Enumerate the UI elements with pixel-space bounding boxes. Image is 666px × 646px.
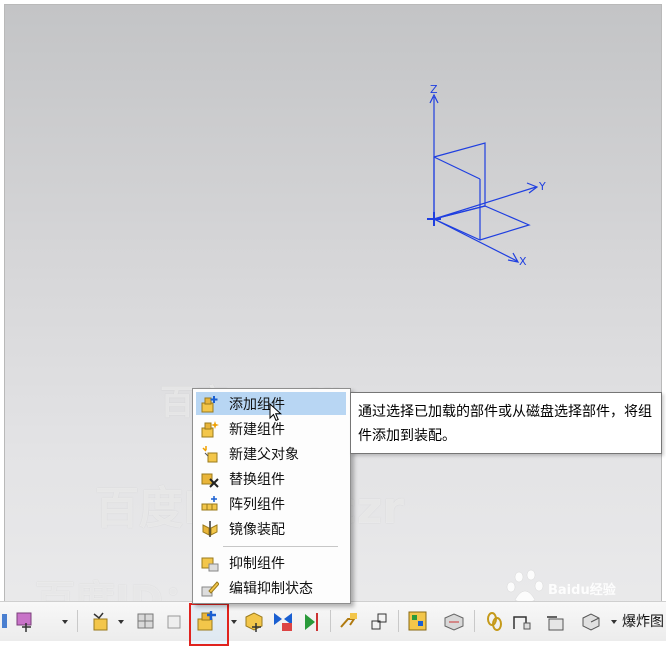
constraint-icon[interactable] xyxy=(90,609,112,633)
move-component-icon[interactable] xyxy=(14,609,36,633)
menu-item-edit-suppression[interactable]: 编辑抑制状态 xyxy=(196,576,346,599)
menu-item-label: 抑制组件 xyxy=(229,555,285,572)
menu-item-label: 编辑抑制状态 xyxy=(229,580,313,597)
y-axis-label: Y xyxy=(538,180,546,193)
menu-item-label: 新建父对象 xyxy=(229,446,299,463)
new-parent-icon xyxy=(202,445,218,462)
array-component-icon xyxy=(201,495,218,510)
menu-item-label: 替换组件 xyxy=(229,471,285,488)
assembly-toolbar: 爆炸图 xyxy=(0,601,666,646)
new-component-icon xyxy=(201,420,219,437)
route-icon[interactable] xyxy=(511,609,533,633)
dropdown-arrow-icon[interactable] xyxy=(62,620,68,624)
x-axis-label: X xyxy=(519,255,527,268)
dropdown-arrow-icon[interactable] xyxy=(118,620,124,624)
dropdown-arrow-icon[interactable] xyxy=(231,620,237,624)
mirror-assembly-icon[interactable] xyxy=(272,609,294,633)
toolbar-separator xyxy=(77,610,78,632)
menu-item-suppress-component[interactable]: 抑制组件 xyxy=(196,551,346,574)
mouse-pointer-icon xyxy=(269,403,282,422)
menu-item-label: 阵列组件 xyxy=(229,496,285,513)
replace-component-icon xyxy=(201,473,219,488)
menu-item-replace-component[interactable]: 替换组件 xyxy=(196,467,346,490)
menu-separator xyxy=(223,546,338,547)
xy-plane xyxy=(432,205,531,241)
mirror-assembly-icon xyxy=(202,520,218,537)
menu-item-array-component[interactable]: 阵列组件 xyxy=(196,492,346,515)
baidu-brand: Baidu xyxy=(548,583,590,598)
explode-view-label[interactable]: 爆炸图 xyxy=(622,611,664,631)
chain-link-icon[interactable] xyxy=(484,609,506,633)
add-component-icon[interactable] xyxy=(196,609,218,633)
add-component-tooltip: 通过选择已加载的部件或从磁盘选择部件，将组件添加到装配。 xyxy=(350,392,662,454)
toolbar-separator xyxy=(398,610,399,632)
assembly-cut-icon[interactable] xyxy=(368,609,390,633)
move-component-icon[interactable] xyxy=(243,609,265,633)
show-hide-icon[interactable] xyxy=(163,609,185,633)
product-interface-icon[interactable] xyxy=(545,609,567,633)
wave-link-icon[interactable] xyxy=(338,609,360,633)
reference-set-icon[interactable] xyxy=(135,609,157,633)
constraint-arrow-icon[interactable] xyxy=(301,609,323,633)
edit-suppression-icon xyxy=(201,580,219,596)
add-component-icon xyxy=(201,395,218,412)
dropdown-arrow-icon[interactable] xyxy=(611,620,617,624)
toolbar-separator xyxy=(474,610,475,632)
baidu-jingyan-badge: Baidu经验 xyxy=(548,579,616,598)
sequence-icon[interactable] xyxy=(407,609,429,633)
clearance-analysis-icon[interactable] xyxy=(443,609,465,633)
menu-item-new-parent[interactable]: 新建父对象 xyxy=(196,442,346,465)
menu-item-label: 镜像装配 xyxy=(229,521,285,538)
suppress-component-icon xyxy=(201,557,219,571)
explode-view-icon[interactable] xyxy=(580,609,602,633)
baidu-brand-suffix: 经验 xyxy=(589,583,616,598)
menu-item-mirror-assembly[interactable]: 镜像装配 xyxy=(196,517,346,540)
z-axis-label: Z xyxy=(430,83,438,96)
xz-edge xyxy=(433,156,481,180)
tooltip-text: 通过选择已加载的部件或从磁盘选择部件，将组件添加到装配。 xyxy=(358,404,652,444)
toolbar-separator xyxy=(330,610,331,632)
